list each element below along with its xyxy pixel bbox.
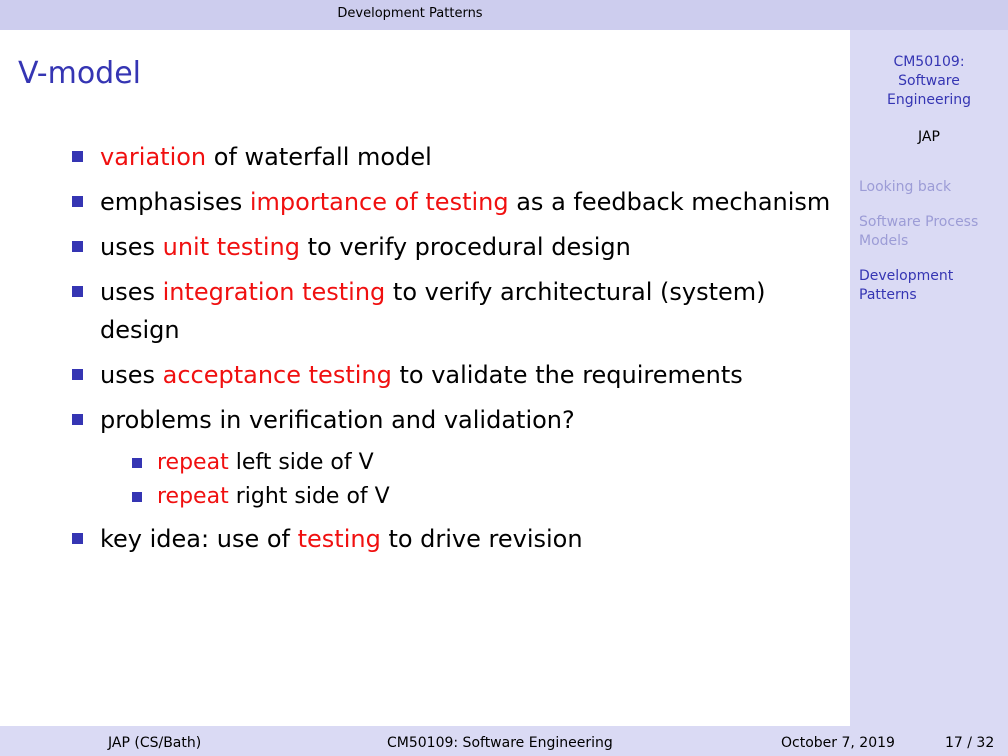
nav-item-looking-back[interactable]: Looking back	[859, 178, 1004, 197]
nav-item-development-patterns[interactable]: Development Patterns	[859, 267, 1004, 305]
slide-content: variation of waterfall model emphasises …	[72, 138, 832, 565]
bullet-icon	[72, 241, 83, 252]
item-text: right side of V	[228, 484, 390, 509]
sub-list: repeat left side of V repeat right side …	[72, 446, 832, 514]
course-title-line: Software	[898, 73, 960, 89]
page-number: 17 / 32	[945, 735, 995, 751]
item-text: to verify procedural design	[299, 233, 631, 261]
course-title[interactable]: CM50109: Software Engineering	[850, 53, 1008, 110]
highlight-text: unit testing	[162, 233, 300, 261]
sidebar: CM50109: Software Engineering JAP Lookin…	[850, 30, 1008, 726]
highlight-text: repeat	[157, 484, 229, 509]
highlight-text: integration testing	[162, 278, 386, 306]
list-item: emphasises importance of testing as a fe…	[72, 183, 832, 221]
list-item: uses acceptance testing to validate the …	[72, 356, 832, 394]
item-text: uses	[100, 278, 163, 306]
item-text: key idea: use of	[100, 525, 298, 553]
list-item: problems in verification and validation?	[72, 401, 832, 439]
course-title-line: CM50109:	[893, 54, 965, 70]
slide-page: Development Patterns V-model variation o…	[0, 0, 1008, 756]
author-name[interactable]: JAP	[850, 129, 1008, 145]
bullet-icon	[72, 369, 83, 380]
bullet-icon	[72, 196, 83, 207]
highlight-text: acceptance testing	[162, 361, 392, 389]
bullet-icon	[132, 492, 142, 502]
highlight-text: importance of testing	[249, 188, 509, 216]
item-text: left side of V	[228, 450, 374, 475]
headline-bar: Development Patterns	[0, 0, 1008, 30]
bullet-icon	[72, 286, 83, 297]
section-title: Development Patterns	[337, 6, 483, 21]
footer-date: October 7, 2019	[781, 735, 895, 751]
item-text: problems in verification and validation?	[100, 406, 575, 434]
footer-author: JAP (CS/Bath)	[108, 735, 202, 751]
course-title-line: Engineering	[887, 92, 971, 108]
item-text: of waterfall model	[206, 143, 432, 171]
list-item: uses unit testing to verify procedural d…	[72, 228, 832, 266]
item-text: to drive revision	[380, 525, 583, 553]
footer-bar: JAP (CS/Bath) CM50109: Software Engineer…	[0, 726, 1008, 756]
bullet-icon	[72, 533, 83, 544]
list-item: key idea: use of testing to drive revisi…	[72, 520, 832, 558]
item-text: emphasises	[100, 188, 250, 216]
bullet-icon	[72, 414, 83, 425]
section-nav: Looking back Software Process Models Dev…	[859, 178, 1004, 321]
bullet-icon	[72, 151, 83, 162]
list-item: variation of waterfall model	[72, 138, 832, 176]
highlight-text: testing	[297, 525, 381, 553]
nav-item-software-process-models[interactable]: Software Process Models	[859, 213, 1004, 251]
item-text: as a feedback mechanism	[508, 188, 831, 216]
item-text: uses	[100, 233, 163, 261]
item-text: uses	[100, 361, 163, 389]
highlight-text: variation	[100, 143, 207, 171]
highlight-text: repeat	[157, 450, 229, 475]
sub-list-item: repeat left side of V	[132, 446, 832, 480]
list-item: uses integration testing to verify archi…	[72, 273, 832, 349]
sub-list-item: repeat right side of V	[132, 480, 832, 514]
slide-title: V-model	[18, 56, 142, 91]
bullet-icon	[132, 458, 142, 468]
item-text: to validate the requirements	[391, 361, 743, 389]
footer-course: CM50109: Software Engineering	[387, 735, 613, 751]
